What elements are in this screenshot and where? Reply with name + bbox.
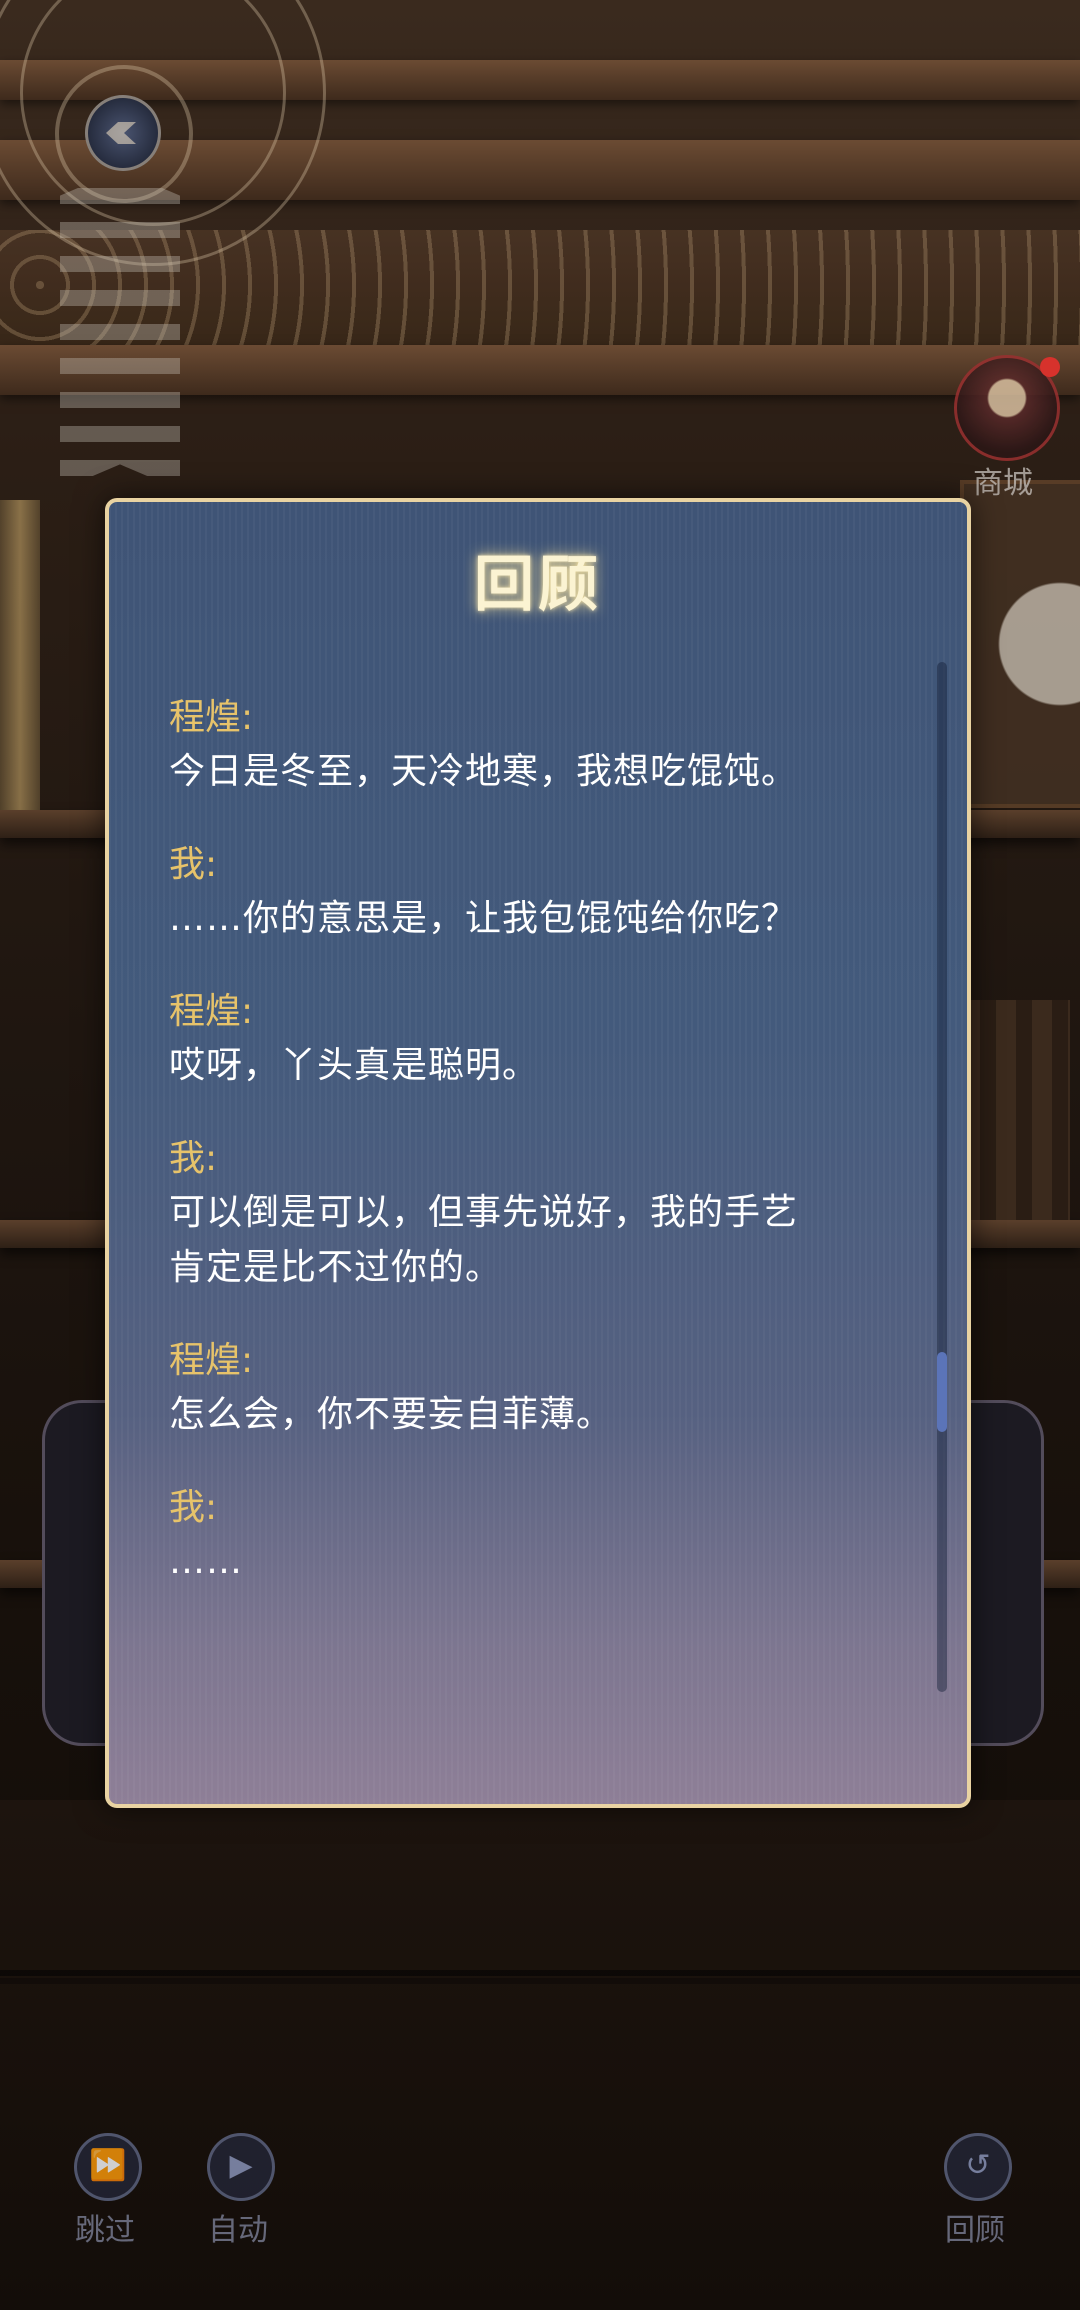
scrollbar-thumb[interactable] <box>937 1352 947 1432</box>
review-dialog: 回顾 程煌: 今日是冬至，天冷地寒，我想吃馄饨。 我: ……你的意思是，让我包馄… <box>105 498 971 1808</box>
skip-button[interactable]: ⏩ 跳过 <box>52 2133 162 2253</box>
speaker-name: 我: <box>169 1487 218 1528</box>
rewind-icon: ↺ <box>944 2133 1012 2201</box>
review-button[interactable]: ↺ 回顾 <box>922 2133 1032 2253</box>
speaker-name: 程煌: <box>169 991 254 1032</box>
shop-button[interactable]: 商城 <box>938 355 1068 505</box>
speaker-name: 程煌: <box>169 697 254 738</box>
review-log[interactable]: 程煌: 今日是冬至，天冷地寒，我想吃馄饨。 我: ……你的意思是，让我包馄饨给你… <box>169 692 929 1629</box>
log-entry: 程煌: 今日是冬至，天冷地寒，我想吃馄饨。 <box>169 692 929 799</box>
log-entry: 我: ……你的意思是，让我包馄饨给你吃？ <box>169 839 929 946</box>
shop-label: 商城 <box>973 466 1033 501</box>
dialogue-line: 可以倒是可以，但事先说好，我的手艺 <box>169 1192 799 1233</box>
dialogue-line: ……你的意思是，让我包馄饨给你吃？ <box>169 898 799 939</box>
speaker-name: 我: <box>169 844 218 885</box>
auto-label: 自动 <box>208 2213 268 2248</box>
candlestick <box>0 500 40 810</box>
play-icon: ▶ <box>207 2133 275 2201</box>
game-scene: 商城 回顾 程煌: 今日是冬至，天冷地寒，我想吃馄饨。 我: ……你的意思是，让… <box>0 0 1080 2310</box>
log-entry: 程煌: 怎么会，你不要妄自菲薄。 <box>169 1335 929 1442</box>
review-label: 回顾 <box>945 2213 1005 2248</box>
scrollbar[interactable] <box>937 662 947 1692</box>
book-stack <box>960 1000 1070 1220</box>
log-entry: 我: 可以倒是可以，但事先说好，我的手艺 肯定是比不过你的。 <box>169 1133 929 1295</box>
log-entry: 我: …… <box>169 1482 929 1589</box>
auto-button[interactable]: ▶ 自动 <box>185 2133 295 2253</box>
log-entry: 程煌: 哎呀，丫头真是聪明。 <box>169 986 929 1093</box>
dialogue-line: 肯定是比不过你的。 <box>169 1247 503 1288</box>
dialogue-line: 哎呀，丫头真是聪明。 <box>169 1045 540 1086</box>
notification-dot <box>1040 357 1060 377</box>
dialogue-line: 今日是冬至，天冷地寒，我想吃馄饨。 <box>169 751 799 792</box>
chevron-banner <box>60 170 180 490</box>
window-frame <box>960 480 1080 808</box>
speaker-name: 程煌: <box>169 1340 254 1381</box>
dialogue-line: 怎么会，你不要妄自菲薄。 <box>169 1394 614 1435</box>
fast-forward-icon: ⏩ <box>74 2133 142 2201</box>
skip-label: 跳过 <box>75 2213 135 2248</box>
dialog-title: 回顾 <box>474 550 602 620</box>
emblem-icon[interactable] <box>85 95 161 171</box>
floor <box>0 1800 1080 2310</box>
dialogue-line: …… <box>169 1541 243 1582</box>
speaker-name: 我: <box>169 1138 218 1179</box>
